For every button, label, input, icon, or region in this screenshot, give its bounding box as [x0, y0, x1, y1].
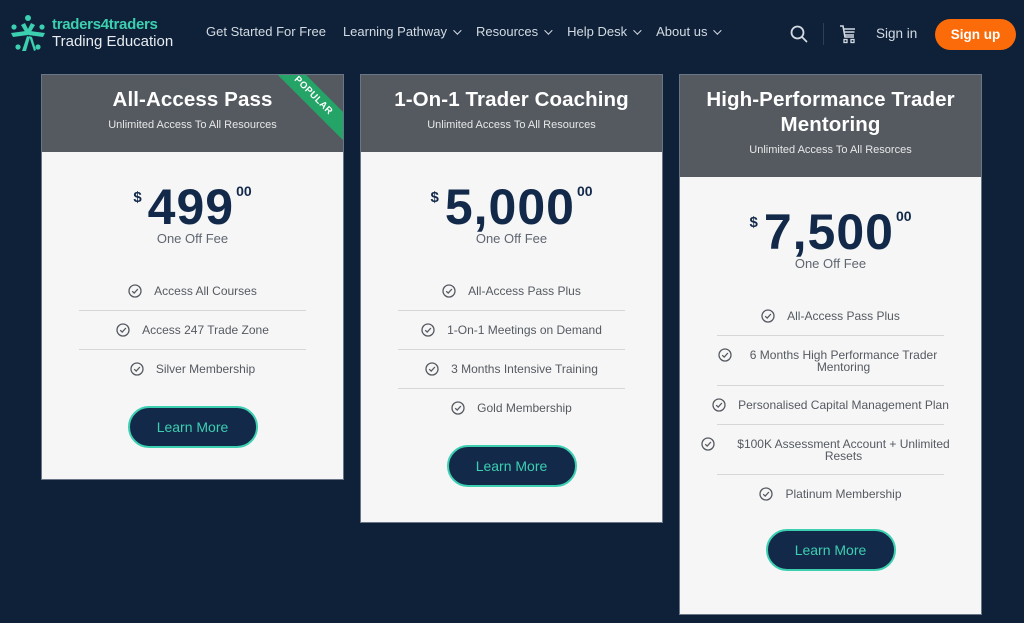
feature-text: All-Access Pass Plus — [468, 284, 581, 298]
nav-get-started[interactable]: Get Started For Free — [206, 24, 326, 39]
feature-text: 1-On-1 Meetings on Demand — [447, 323, 602, 337]
price-amount: 499 — [147, 179, 235, 235]
feature-item: All-Access Pass Plus — [398, 272, 625, 311]
logo-subtitle: Trading Education — [52, 33, 174, 50]
check-circle-icon — [712, 398, 726, 412]
check-circle-icon — [701, 437, 715, 451]
price-currency: $ — [430, 189, 439, 206]
feature-text: Gold Membership — [477, 401, 572, 415]
plan-price: $ 7,500 00 — [680, 204, 981, 260]
site-header: traders4traders Trading Education Get St… — [0, 0, 1024, 68]
feature-text: 6 Months High Performance Trader Mentori… — [749, 348, 938, 374]
fee-label: One Off Fee — [475, 231, 548, 246]
logo-brand: traders4traders — [52, 16, 158, 33]
feature-item: Gold Membership — [398, 389, 625, 427]
plan-card-coaching: 1-On-1 Trader Coaching Unlimited Access … — [360, 74, 663, 523]
feature-text: Access 247 Trade Zone — [142, 323, 269, 337]
plan-card-all-access: All-Access Pass Unlimited Access To All … — [41, 74, 344, 480]
nav-label: Resources — [476, 24, 539, 39]
plan-price: $ 5,000 00 — [361, 179, 662, 235]
check-circle-icon — [421, 323, 435, 337]
price-currency: $ — [133, 189, 142, 206]
feature-item: Access All Courses — [79, 272, 306, 311]
feature-text: All-Access Pass Plus — [787, 309, 900, 323]
price-currency: $ — [749, 214, 758, 231]
fee-label: One Off Fee — [794, 256, 867, 271]
nav-resources[interactable]: Resources — [476, 24, 553, 39]
main-nav: Get Started For Free Learning Pathway Re… — [206, 24, 736, 39]
feature-text: Access All Courses — [154, 284, 257, 298]
plan-price: $ 499 00 — [42, 179, 343, 235]
feature-text: Personalised Capital Management Plan — [738, 398, 949, 412]
feature-divider — [717, 474, 944, 475]
feature-text: $100K Assessment Account + Unlimited Res… — [737, 437, 950, 463]
chevron-down-icon — [633, 25, 642, 35]
feature-item: Silver Membership — [79, 350, 306, 388]
chevron-down-icon — [453, 25, 462, 35]
learn-more-button[interactable]: Learn More — [127, 406, 258, 448]
feature-list: All-Access Pass Plus 6 Months High Perfo… — [701, 297, 950, 513]
feature-text: 3 Months Intensive Training — [451, 362, 598, 376]
feature-item: 6 Months High Performance Trader Mentori… — [717, 336, 944, 386]
sign-up-button[interactable]: Sign up — [935, 19, 1016, 50]
check-circle-icon — [425, 362, 439, 376]
feature-item: Personalised Capital Management Plan — [693, 386, 968, 425]
plan-card-header: 1-On-1 Trader Coaching Unlimited Access … — [361, 75, 662, 152]
nav-label: Get Started For Free — [206, 24, 326, 39]
nav-label: About us — [656, 24, 708, 39]
price-cents: 00 — [236, 183, 252, 199]
feature-item: Access 247 Trade Zone — [79, 311, 306, 350]
check-circle-icon — [451, 401, 465, 415]
feature-text: Platinum Membership — [785, 487, 902, 501]
people-star-logo-icon — [11, 15, 45, 51]
check-circle-icon — [717, 348, 732, 362]
nav-learning-pathway[interactable]: Learning Pathway — [342, 24, 462, 39]
plan-title: High-Performance Trader Mentoring — [706, 88, 955, 136]
feature-list: Access All Courses Access 247 Trade Zone… — [79, 272, 306, 388]
feature-text: Silver Membership — [155, 362, 256, 376]
learn-more-button[interactable]: Learn More — [446, 445, 577, 487]
header-divider — [823, 23, 824, 45]
check-circle-icon — [116, 323, 130, 337]
plan-card-header: All-Access Pass Unlimited Access To All … — [42, 75, 343, 152]
chevron-down-icon — [713, 25, 723, 35]
check-circle-icon — [761, 309, 775, 323]
check-circle-icon — [130, 362, 144, 376]
price-amount: 5,000 — [444, 179, 575, 235]
plan-card-mentoring: High-Performance Trader Mentoring Unlimi… — [679, 74, 982, 615]
plan-subtitle: Unlimited Access To All Resources — [427, 119, 596, 131]
nav-about-us[interactable]: About us — [656, 24, 723, 39]
logo[interactable]: traders4traders Trading Education — [8, 13, 173, 53]
nav-label: Help Desk — [567, 24, 628, 39]
feature-item: Platinum Membership — [717, 475, 944, 513]
cart-icon[interactable] — [839, 24, 857, 44]
learn-more-button[interactable]: Learn More — [765, 529, 896, 571]
check-circle-icon — [128, 284, 142, 298]
price-amount: 7,500 — [763, 204, 894, 260]
check-circle-icon — [759, 487, 774, 501]
nav-label: Learning Pathway — [342, 24, 448, 39]
sign-in-link[interactable]: Sign in — [876, 26, 917, 41]
plan-subtitle: Unlimited Access To All Resources — [108, 119, 277, 131]
price-cents: 00 — [895, 208, 912, 224]
price-cents: 00 — [576, 183, 593, 199]
feature-item: 1-On-1 Meetings on Demand — [398, 311, 625, 350]
plan-title: 1-On-1 Trader Coaching — [394, 88, 629, 111]
feature-list: All-Access Pass Plus 1-On-1 Meetings on … — [398, 272, 625, 427]
chevron-down-icon — [544, 25, 553, 35]
feature-item: 3 Months Intensive Training — [398, 350, 625, 389]
feature-item: $100K Assessment Account + Unlimited Res… — [701, 425, 960, 475]
nav-help-desk[interactable]: Help Desk — [567, 24, 642, 39]
plan-card-header: High-Performance Trader Mentoring Unlimi… — [680, 75, 981, 177]
search-icon[interactable] — [790, 25, 808, 43]
check-circle-icon — [442, 284, 456, 298]
fee-label: One Off Fee — [156, 231, 229, 246]
plan-subtitle: Unlimited Access To All Resorces — [749, 144, 912, 156]
feature-item: All-Access Pass Plus — [717, 297, 944, 336]
